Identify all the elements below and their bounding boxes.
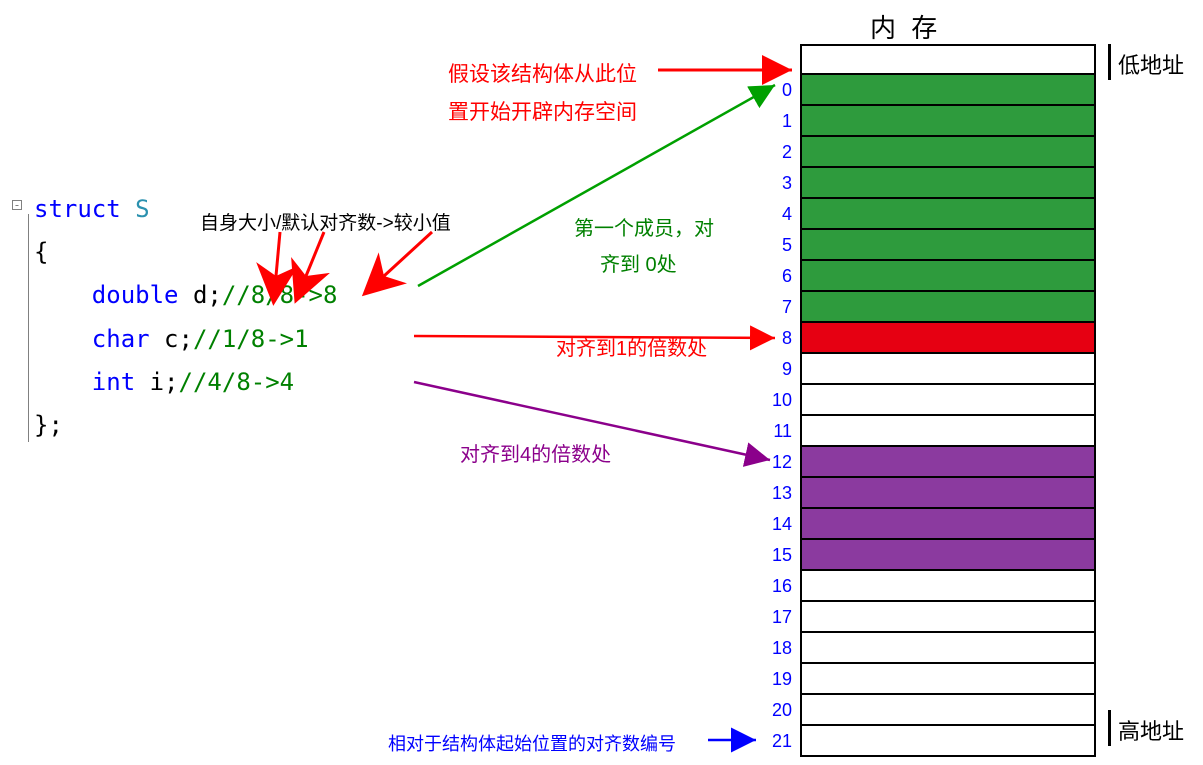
offset-index: 18 [762,638,792,659]
offset-index: 0 [762,80,792,101]
offset-index: 17 [762,607,792,628]
code-type: char [92,325,150,353]
code-member: i; [135,368,178,396]
memory-cell [800,354,1096,385]
offset-index: 11 [762,421,792,442]
first-member-note: 第一个成员，对 [574,212,714,241]
high-address-label: 高地址 [1118,714,1184,746]
memory-cell [800,695,1096,726]
offset-index: 16 [762,576,792,597]
offset-index: 13 [762,483,792,504]
offset-index: 14 [762,514,792,535]
code-identifier: S [135,195,149,223]
memory-cell [800,447,1096,478]
offset-index: 7 [762,297,792,318]
offset-index: 1 [762,111,792,132]
code-member: d; [179,281,222,309]
first-member-note: 齐到 0处 [600,248,677,277]
offset-index: 12 [762,452,792,473]
memory-cell [800,75,1096,106]
memory-cell [800,602,1096,633]
offset-index: 3 [762,173,792,194]
code-comment: //1/8->1 [193,325,309,353]
memory-cell [800,385,1096,416]
memory-title: 内 存 [870,8,941,45]
code-member: c; [150,325,193,353]
fold-gutter-line [28,214,29,442]
offset-legend: 相对于结构体起始位置的对齐数编号 [388,730,676,756]
memory-cell-top [800,44,1096,75]
offset-index: 6 [762,266,792,287]
memory-cell [800,540,1096,571]
code-keyword: struct [34,195,121,223]
fold-gutter-icon: - [12,200,22,210]
code-type: int [92,368,135,396]
brace-open: { [34,238,48,266]
memory-cell [800,323,1096,354]
memory-cell [800,726,1096,757]
memory-cell [800,664,1096,695]
memory-cell [800,478,1096,509]
align4-note: 对齐到4的倍数处 [460,438,611,467]
memory-cell [800,261,1096,292]
offset-index: 21 [762,731,792,752]
offset-index: 2 [762,142,792,163]
offset-index: 9 [762,359,792,380]
code-type: double [92,281,179,309]
offset-index: 20 [762,700,792,721]
code-comment: //8/8->8 [222,281,338,309]
offset-index: 8 [762,328,792,349]
offset-index: 19 [762,669,792,690]
offset-index: 4 [762,204,792,225]
brace-close: }; [34,411,63,439]
memory-cell [800,199,1096,230]
offset-index: 10 [762,390,792,411]
memory-cell [800,292,1096,323]
assume-note: 假设该结构体从此位 [448,58,637,88]
memory-cell [800,137,1096,168]
memory-cell [800,106,1096,137]
low-addr-marker [1108,44,1111,80]
assume-note: 置开始开辟内存空间 [448,96,637,126]
high-addr-marker [1108,710,1111,746]
memory-cell [800,168,1096,199]
self-size-note: 自身大小/默认对齐数->较小值 [200,208,451,235]
memory-cell [800,230,1096,261]
offset-index: 15 [762,545,792,566]
memory-cell [800,416,1096,447]
memory-cell [800,571,1096,602]
offset-index: 5 [762,235,792,256]
low-address-label: 低地址 [1118,48,1184,80]
align1-note: 对齐到1的倍数处 [556,332,707,361]
memory-cell [800,509,1096,540]
memory-cell [800,633,1096,664]
code-comment: //4/8->4 [179,368,295,396]
